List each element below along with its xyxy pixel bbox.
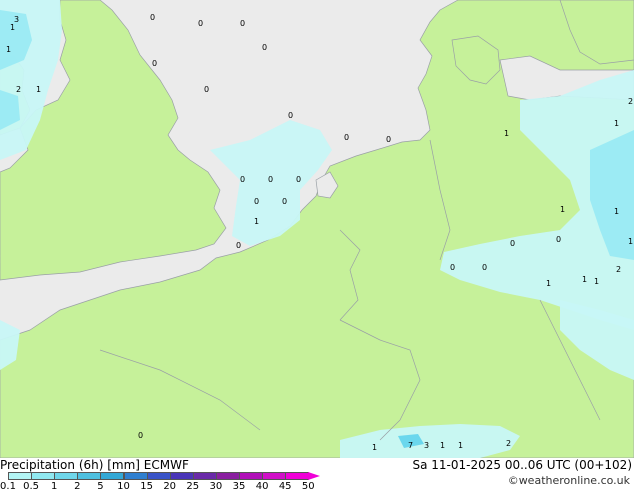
colorbar-swatch [31, 472, 56, 480]
precip-label: 0 [282, 197, 287, 206]
precip-label: 0 [152, 59, 157, 68]
precip-label: 0 [240, 19, 245, 28]
precip-label: 1 [614, 119, 619, 128]
precip-label: 1 [10, 23, 15, 32]
precip-label: 0 [236, 241, 241, 250]
colorbar-swatch [215, 472, 240, 480]
colorbar-swatch [192, 472, 217, 480]
precip-label: 1 [582, 275, 587, 284]
precipitation-map: 0 0 0 0 0 0 0 0 0 0 0 0 0 0 0 0 0 0 0 0 … [0, 0, 634, 458]
colorbar-swatch [8, 472, 33, 480]
precip-label: 0 [450, 263, 455, 272]
colorbar-swatch [54, 472, 79, 480]
precip-label: 1 [560, 205, 565, 214]
precip-label: 0 [556, 235, 561, 244]
precip-label: 0 [254, 197, 259, 206]
colorbar-tick: 10 [117, 481, 130, 492]
valid-time: Sa 11-01-2025 00..06 UTC (00+102) [412, 458, 632, 472]
precip-label: 3 [424, 441, 429, 450]
precip-label: 1 [440, 441, 445, 450]
precip-label: 0 [288, 111, 293, 120]
precip-label: 1 [628, 237, 633, 246]
colorbar-tick: 20 [163, 481, 177, 492]
colorbar-swatch [123, 472, 148, 480]
precip-label: 1 [594, 277, 599, 286]
precip-label: 1 [372, 443, 377, 452]
precip-label: 7 [408, 441, 413, 450]
precip-label: 1 [458, 441, 463, 450]
precip-label: 1 [546, 279, 551, 288]
colorbar-swatch [146, 472, 171, 480]
precip-label: 0 [240, 175, 245, 184]
precip-label: 0 [510, 239, 515, 248]
precip-label: 2 [616, 265, 621, 274]
precip-label: 1 [504, 129, 509, 138]
colorbar-tick: 30 [209, 481, 223, 492]
colorbar-swatch [285, 472, 310, 480]
colorbar-swatch [262, 472, 287, 480]
precip-label: 3 [14, 15, 19, 24]
precip-label: 0 [198, 19, 203, 28]
colorbar-swatch [100, 472, 125, 480]
credit: ©weatheronline.co.uk [507, 474, 630, 487]
colorbar-swatch [169, 472, 194, 480]
colorbar-tick: 45 [278, 481, 292, 492]
precip-label: 1 [614, 207, 619, 216]
colorbar-tick: 5 [97, 481, 104, 492]
precip-label: 0 [262, 43, 267, 52]
colorbar-tick: 2 [74, 481, 81, 492]
precip-label: 1 [254, 217, 259, 226]
colorbar-tick: 1 [51, 481, 58, 492]
colorbar-tick: 0.1 [0, 481, 16, 492]
colorbar-swatch [77, 472, 102, 480]
precip-label: 0 [138, 431, 143, 440]
precip-label: 2 [628, 97, 633, 106]
footer: Precipitation (6h) [mm] ECMWF Sa 11-01-2… [0, 458, 634, 492]
precip-label: 0 [296, 175, 301, 184]
colorbar-tick: 35 [232, 481, 246, 492]
colorbar-arrow [308, 472, 321, 480]
precip-label: 0 [386, 135, 391, 144]
colorbar-swatch [239, 472, 264, 480]
precip-label: 1 [36, 85, 41, 94]
colorbar-tick: 50 [301, 481, 315, 492]
precip-label: 0 [482, 263, 487, 272]
precip-label: 0 [268, 175, 273, 184]
colorbar-tick: 40 [255, 481, 269, 492]
precip-label: 0 [150, 13, 155, 22]
precip-label: 0 [344, 133, 349, 142]
colorbar-tick: 0.5 [23, 481, 40, 492]
precip-label: 0 [204, 85, 209, 94]
precip-label: 2 [506, 439, 511, 448]
precip-label: 1 [6, 45, 11, 54]
colorbar-tick: 25 [186, 481, 200, 492]
map-title: Precipitation (6h) [mm] ECMWF [0, 458, 189, 472]
colorbar-tick: 15 [140, 481, 153, 492]
precip-label: 2 [16, 85, 21, 94]
